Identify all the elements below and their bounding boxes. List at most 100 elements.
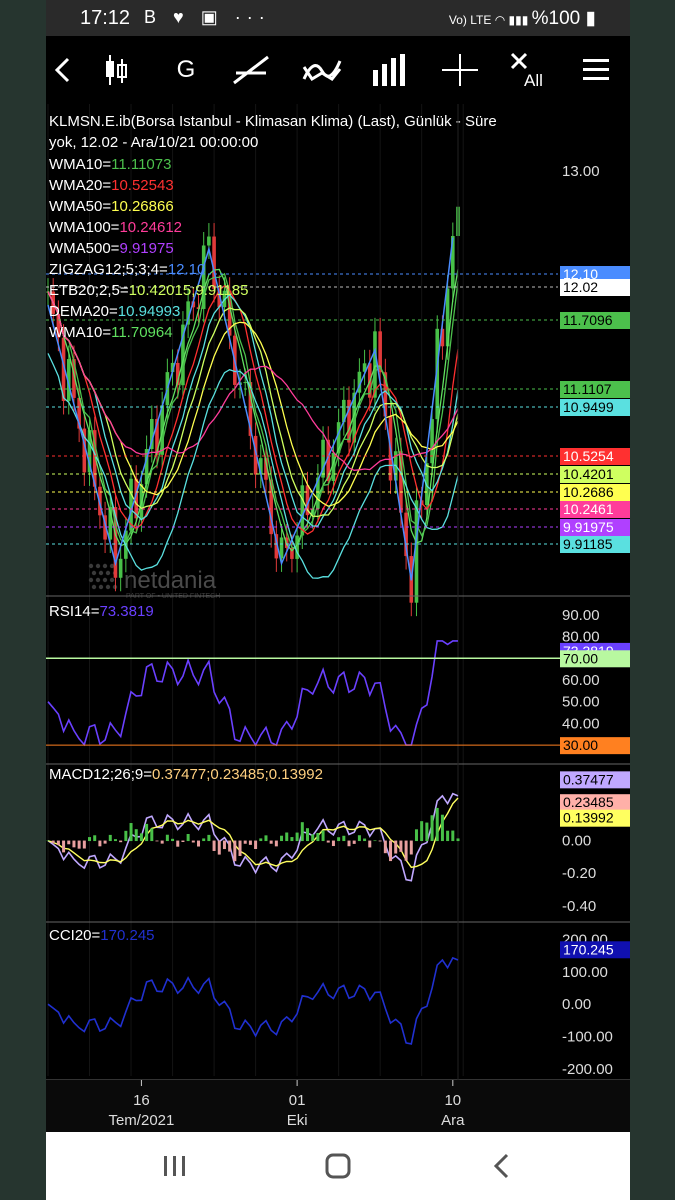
macd-hist-bar [129, 823, 133, 842]
menu-icon[interactable] [572, 46, 620, 94]
macd-hist-bar [269, 840, 273, 844]
indicator-legend: WMA100=10.24612 [49, 219, 182, 236]
macd-hist-bar [446, 830, 450, 842]
home-icon[interactable] [316, 1146, 360, 1186]
macd-level-text: 0.37477 [563, 771, 614, 787]
price-label-text: 12.02 [563, 279, 598, 295]
rsi-level-text: 70.00 [563, 650, 598, 666]
battery-icon: ▮ [580, 8, 596, 29]
indicator-legend: ZIGZAG12;5;3;4=12.10 [49, 261, 205, 278]
macd-hist-bar [451, 830, 455, 842]
back-nav-icon[interactable] [480, 1146, 524, 1186]
macd-hist-bar [124, 830, 128, 842]
macd-level-text: 0.13992 [563, 810, 614, 826]
delete-all-button[interactable]: All [504, 46, 552, 94]
macd-hist-bar [316, 833, 320, 842]
indicator-legend: WMA10=11.70964 [49, 324, 173, 341]
macd-hist-bar [456, 838, 460, 842]
logo-dot [109, 577, 115, 583]
candle-body [300, 485, 305, 536]
macd-hist-bar [243, 840, 247, 844]
macd-hist-bar [389, 840, 393, 862]
notification-icons: B ♥ ▣ ··· [144, 7, 271, 27]
macd-hist-bar [285, 832, 289, 842]
macd-hist-bar [56, 840, 60, 846]
rsi-line [47, 640, 458, 747]
macd-hist-bar [295, 832, 299, 842]
candle-body [243, 382, 248, 384]
macd-hist-bar [77, 840, 81, 849]
macd-hist-bar [342, 835, 346, 842]
crosshair-icon[interactable] [436, 46, 484, 94]
indicator-legend: WMA500=9.91975 [49, 240, 174, 257]
candle-body [207, 236, 211, 246]
logo-dot [95, 563, 101, 569]
macd-hist-bar [399, 840, 403, 852]
trendline-icon[interactable] [228, 46, 276, 94]
battery-percent: %100 [531, 8, 581, 29]
macd-hist-bar [191, 840, 195, 843]
phone-screen: 17:12 B ♥ ▣ ··· Vo) LTE ◠ ▮▮▮ %100 ▮ G A… [46, 0, 630, 1200]
macd-hist-bar [321, 830, 325, 842]
macd-hist-bar [119, 840, 123, 843]
rsi-tick: 40.00 [562, 715, 600, 732]
rsi-tick: 90.00 [562, 607, 600, 624]
macd-hist-bar [326, 840, 330, 843]
logo-dot [98, 570, 104, 576]
macd-hist-bar [72, 840, 76, 848]
macd-hist-bar [425, 822, 429, 842]
macd-hist-bar [383, 840, 387, 854]
macd-hist-bar [155, 840, 159, 842]
chart-area[interactable]: netdaniaPART OF ▪ UNITED FINTECH12.1012.… [46, 104, 630, 1132]
rsi-level-text: 30.00 [563, 737, 598, 753]
macd-hist-bar [93, 835, 97, 842]
all-label: All [524, 71, 543, 90]
recent-apps-icon[interactable] [153, 1146, 197, 1186]
macd-hist-bar [150, 828, 154, 842]
x-tick-label: 01 [289, 1092, 306, 1109]
logo-dot [95, 577, 101, 583]
rsi-legend: RSI14=73.3819 [49, 603, 154, 620]
macd-hist-bar [186, 833, 190, 842]
logo-dot [102, 577, 108, 583]
indicator-legend: DEMA20=10.94993 [49, 303, 180, 320]
watermark-text: netdania [124, 567, 217, 594]
macd-hist-bar [259, 838, 263, 842]
macd-hist-bar [108, 834, 112, 842]
x-tick-sublabel: Ara [441, 1112, 465, 1129]
macd-hist-bar [394, 840, 398, 854]
macd-hist-bar [274, 840, 278, 847]
logo-dot [109, 563, 115, 569]
macd-hist-bar [368, 840, 372, 848]
macd-hist-bar [363, 838, 367, 842]
macd-hist-bar [430, 815, 434, 842]
netdania-watermark [88, 563, 118, 590]
macd-hist-bar [98, 840, 102, 847]
macd-hist-bar [337, 837, 341, 842]
price-label-text: 10.9499 [563, 399, 614, 415]
macd-hist-bar [145, 823, 149, 842]
macd-hist-bar [331, 840, 335, 847]
logo-dot [91, 570, 97, 576]
macd-hist-bar [414, 829, 418, 842]
signal-icon: Vo) LTE ◠ ▮▮▮ [448, 13, 532, 27]
bar-chart-icon[interactable] [366, 46, 414, 94]
macd-hist-bar [409, 840, 413, 855]
back-icon[interactable] [46, 46, 86, 94]
logo-dot [88, 577, 94, 583]
indicator-legend: ETB20;2,5=10.42015;9.91185 [49, 282, 248, 299]
macd-hist-bar [311, 834, 315, 842]
macd-hist-bar [103, 840, 107, 844]
price-label-text: 9.91975 [563, 519, 614, 535]
macd-hist-bar [233, 840, 237, 862]
candlestick-icon[interactable] [92, 46, 140, 94]
price-tick: 13.00 [562, 163, 600, 180]
chart-svg[interactable]: netdaniaPART OF ▪ UNITED FINTECH12.1012.… [46, 104, 630, 1132]
macd-hist-bar [134, 829, 138, 842]
indicators-icon[interactable] [298, 46, 346, 94]
price-label-text: 10.2461 [563, 501, 614, 517]
indicator-legend: WMA20=10.52543 [49, 177, 174, 194]
macd-hist-bar [46, 840, 50, 842]
macd-hist-bar [197, 840, 201, 847]
g-button[interactable]: G [162, 46, 210, 94]
